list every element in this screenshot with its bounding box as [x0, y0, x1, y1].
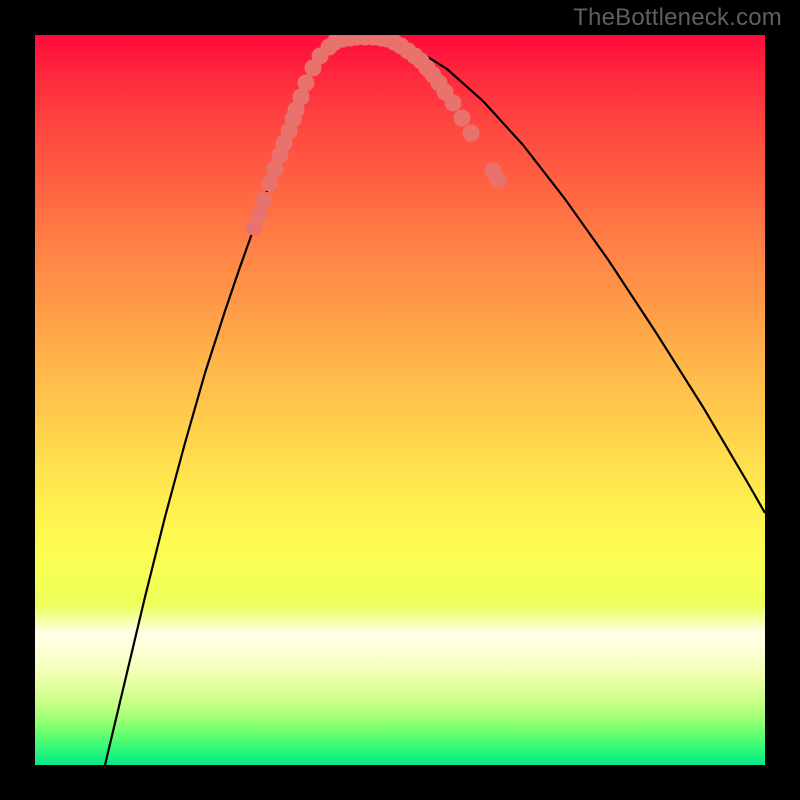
highlight-dot — [463, 125, 480, 142]
highlight-dot — [490, 172, 507, 189]
highlight-dot — [298, 75, 315, 92]
highlight-dot — [454, 110, 471, 127]
highlight-dot — [445, 95, 462, 112]
watermark-text: TheBottleneck.com — [573, 4, 782, 32]
chart-frame: TheBottleneck.com — [0, 0, 800, 800]
bottleneck-curve — [105, 37, 765, 765]
plot-area — [35, 35, 765, 765]
highlight-dots — [246, 35, 507, 236]
chart-svg — [35, 35, 765, 765]
highlight-dot — [256, 192, 273, 209]
